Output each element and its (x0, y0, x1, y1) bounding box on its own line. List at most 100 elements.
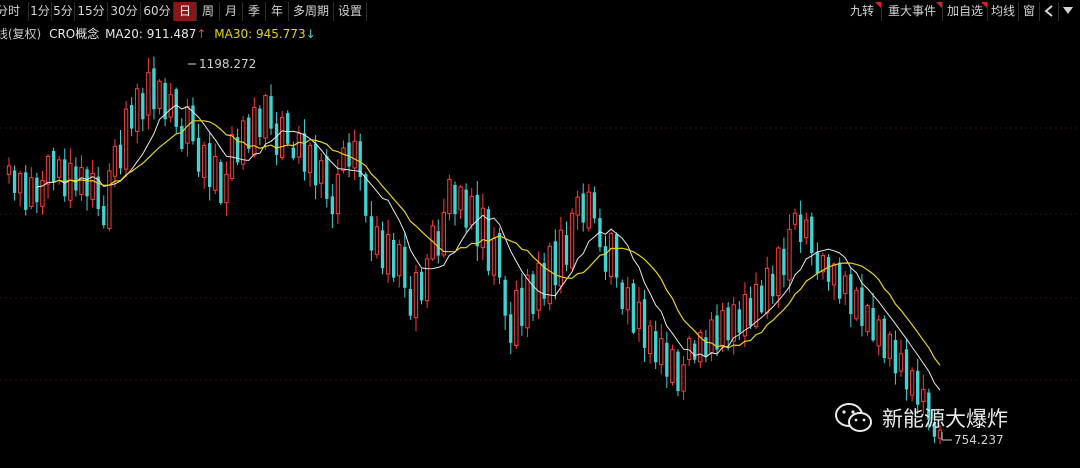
major-events-button[interactable]: 重大事件 (882, 2, 943, 21)
candle (625, 277, 630, 325)
candle (787, 214, 792, 293)
candle (676, 349, 680, 397)
candle (235, 128, 240, 166)
tab-30min[interactable]: 30分 (108, 2, 141, 21)
candle (581, 183, 585, 232)
tab-quarter[interactable]: 季 (243, 2, 266, 21)
add-watchlist-button[interactable]: 加自选 (943, 2, 988, 21)
candle (263, 93, 268, 151)
candle (380, 221, 385, 275)
candle (693, 339, 697, 364)
candle (107, 163, 112, 232)
candle (201, 141, 207, 189)
candle (391, 232, 396, 282)
candle (330, 184, 335, 229)
candle (129, 97, 134, 137)
settings-button[interactable]: 设置 (334, 2, 367, 21)
candle (603, 235, 608, 281)
candle (514, 280, 519, 349)
back-arrow-icon[interactable] (1040, 2, 1059, 21)
candle (397, 239, 402, 288)
candle (904, 338, 909, 401)
candle (163, 78, 167, 127)
candle (419, 268, 424, 305)
candle (196, 123, 201, 178)
candle (893, 330, 898, 385)
candle (647, 319, 653, 364)
candle (592, 186, 597, 224)
candle (681, 355, 686, 400)
candle (286, 110, 290, 147)
candle (436, 219, 440, 264)
tab-5min[interactable]: 5分 (52, 2, 75, 21)
candle (219, 159, 223, 206)
moving-average-button[interactable]: 均线 (988, 2, 1019, 21)
candle (810, 212, 814, 266)
candle (586, 184, 591, 232)
candle (424, 253, 430, 308)
candle (898, 339, 904, 377)
candle (213, 143, 218, 195)
candle (35, 172, 39, 214)
candle (871, 292, 875, 343)
watermark-text: 新能源大爆炸 (882, 407, 1008, 431)
candle (564, 221, 569, 272)
tab-timeshare[interactable]: 分时 (0, 2, 29, 21)
ma30-value: MA30: 945.773 (214, 27, 306, 41)
candle (654, 320, 658, 370)
tab-week[interactable]: 周 (197, 2, 220, 21)
candle (464, 183, 468, 233)
candle (51, 147, 56, 191)
candle (491, 227, 497, 285)
candle (45, 154, 51, 199)
candle (804, 212, 809, 245)
candle (820, 252, 826, 280)
candle (157, 79, 162, 115)
candle (909, 367, 915, 402)
candle (168, 83, 173, 123)
candle (118, 129, 123, 175)
candle (865, 303, 870, 336)
candle (112, 139, 118, 188)
tab-year[interactable]: 年 (266, 2, 289, 21)
tab-day[interactable]: 日 (174, 2, 197, 21)
high-price-label: 1198.272 (199, 57, 256, 71)
candle (553, 229, 558, 300)
ma20-up-arrow-icon: ↑ (196, 27, 207, 41)
candle (469, 187, 474, 230)
candle (636, 287, 642, 342)
kline-type-label: K线(复权) (0, 27, 42, 41)
candle (608, 231, 614, 285)
tab-60min[interactable]: 60分 (141, 2, 174, 21)
tab-multi-period[interactable]: 多周期 (289, 2, 334, 21)
watermark: 新能源大爆炸 (834, 400, 1008, 436)
candle (374, 215, 380, 259)
tab-1min[interactable]: 1分 (29, 2, 52, 21)
candle (102, 195, 106, 229)
candle (40, 170, 45, 215)
window-button[interactable]: 窗 (1019, 2, 1040, 21)
ma30-line (53, 120, 941, 366)
candle (798, 200, 803, 254)
candle (413, 265, 419, 332)
candle (575, 190, 580, 230)
candle (24, 165, 28, 216)
candle (252, 97, 257, 158)
candle (759, 280, 764, 315)
candle (269, 84, 273, 135)
candle (279, 111, 285, 161)
tab-15min[interactable]: 15分 (75, 2, 108, 21)
candle (96, 166, 100, 217)
candle (369, 201, 374, 262)
candle (274, 112, 279, 166)
candle (843, 270, 848, 305)
dropdown-menu-icon[interactable] (1059, 2, 1077, 21)
jiuzhuan-button[interactable]: 九转 (843, 2, 882, 21)
candle (748, 286, 753, 329)
candle (620, 279, 624, 315)
ma20-value: MA20: 911.487 (105, 27, 197, 41)
tab-month[interactable]: 月 (220, 2, 243, 21)
candle (319, 152, 324, 199)
candle (569, 208, 575, 271)
candle (63, 148, 67, 202)
